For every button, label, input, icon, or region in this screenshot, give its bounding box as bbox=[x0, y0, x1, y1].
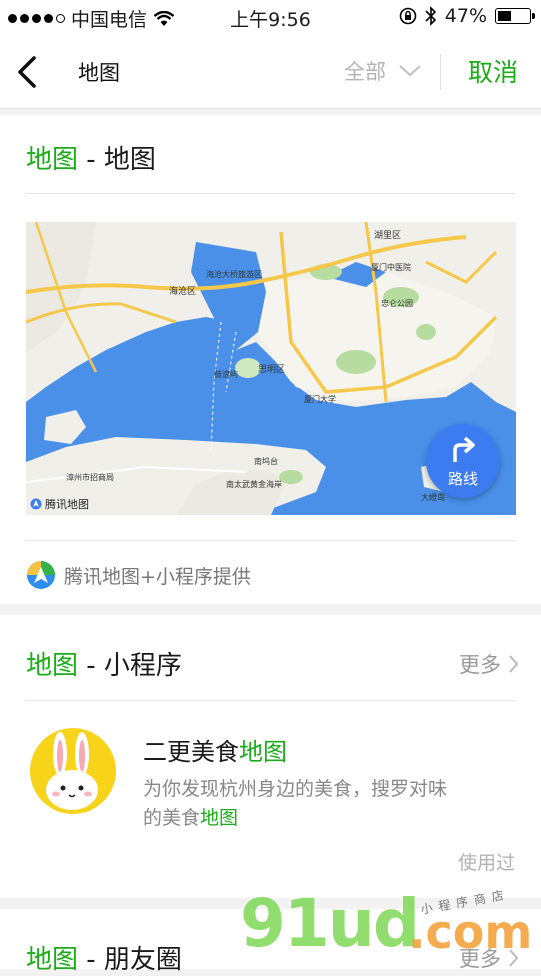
svg-text:大嶝岛: 大嶝岛 bbox=[421, 492, 445, 502]
battery-percent: 47% bbox=[444, 5, 487, 27]
search-query[interactable]: 地图 bbox=[78, 57, 120, 87]
map-provider[interactable]: 腾讯地图+小程序提供 bbox=[26, 560, 251, 590]
more-miniprogram-button[interactable]: 更多 bbox=[459, 649, 519, 679]
chevron-right-icon bbox=[509, 949, 519, 967]
miniprogram-name[interactable]: 二更美食地图 bbox=[143, 732, 287, 767]
svg-text:南坞台: 南坞台 bbox=[254, 456, 278, 466]
divider bbox=[26, 700, 515, 701]
status-bar: 中国电信 上午9:56 47% bbox=[0, 0, 541, 34]
status-right: 47% bbox=[399, 5, 535, 27]
provider-label: 腾讯地图+小程序提供 bbox=[64, 565, 251, 588]
svg-text:思明区: 思明区 bbox=[258, 364, 285, 375]
tencent-map-logo-icon bbox=[30, 498, 42, 510]
svg-text:厦门大学: 厦门大学 bbox=[304, 394, 336, 404]
map-result-card: 地图 - 地图 海沧区 湖里区 思明区 海沧大桥旅游区 厦门中医院 忠仑公园 鼓… bbox=[0, 115, 541, 604]
svg-text:鼓浪屿: 鼓浪屿 bbox=[214, 369, 238, 379]
rabbit-avatar-icon bbox=[46, 732, 98, 810]
chevron-down-icon bbox=[399, 65, 421, 77]
more-moments-button[interactable]: 更多 bbox=[459, 943, 519, 973]
route-arrow-icon bbox=[453, 436, 475, 462]
moments-result-card: 地图 - 朋友圈 更多 bbox=[0, 909, 541, 975]
nav-divider bbox=[440, 54, 441, 90]
filter-dropdown[interactable]: 全部 bbox=[344, 56, 422, 86]
svg-text:海沧大桥旅游区: 海沧大桥旅游区 bbox=[206, 269, 262, 279]
battery-icon bbox=[495, 8, 535, 24]
section-title-map: 地图 - 地图 bbox=[26, 145, 156, 175]
miniprogram-avatar[interactable] bbox=[30, 728, 116, 814]
svg-text:海沧区: 海沧区 bbox=[169, 285, 196, 297]
section-title-miniprogram: 地图 - 小程序 bbox=[26, 651, 182, 681]
back-arrow-icon[interactable] bbox=[14, 52, 44, 92]
search-header: 地图 全部 取消 bbox=[0, 34, 541, 109]
route-label: 路线 bbox=[447, 470, 478, 488]
svg-text:湖里区: 湖里区 bbox=[374, 230, 401, 241]
route-button[interactable]: 路线 bbox=[426, 424, 500, 498]
section-title-moments: 地图 - 朋友圈 bbox=[26, 945, 182, 975]
map-brand: 腾讯地图 bbox=[30, 496, 89, 512]
svg-text:南太武黄金海岸: 南太武黄金海岸 bbox=[226, 479, 282, 489]
chevron-right-icon bbox=[509, 655, 519, 673]
map-view[interactable]: 海沧区 湖里区 思明区 海沧大桥旅游区 厦门中医院 忠仑公园 鼓浪屿 厦门大学 … bbox=[26, 222, 516, 515]
bluetooth-icon bbox=[425, 6, 436, 26]
miniprogram-description: 为你发现杭州身边的美食，搜罗对味 的美食地图 bbox=[143, 778, 448, 829]
cancel-button[interactable]: 取消 bbox=[468, 53, 518, 89]
filter-label: 全部 bbox=[344, 60, 386, 84]
svg-text:厦门中医院: 厦门中医院 bbox=[371, 262, 411, 272]
miniprogram-result-card: 地图 - 小程序 更多 二更美食地图 为你发现杭州身边的美食，搜罗对味 的美食地… bbox=[0, 615, 541, 898]
orientation-lock-icon bbox=[399, 7, 417, 25]
tencent-map-logo-icon bbox=[27, 561, 55, 589]
divider bbox=[26, 540, 515, 541]
divider bbox=[26, 193, 515, 194]
svg-text:忠仑公园: 忠仑公园 bbox=[381, 298, 413, 308]
svg-text:漳州市招商局: 漳州市招商局 bbox=[66, 472, 114, 482]
used-badge: 使用过 bbox=[457, 852, 515, 874]
